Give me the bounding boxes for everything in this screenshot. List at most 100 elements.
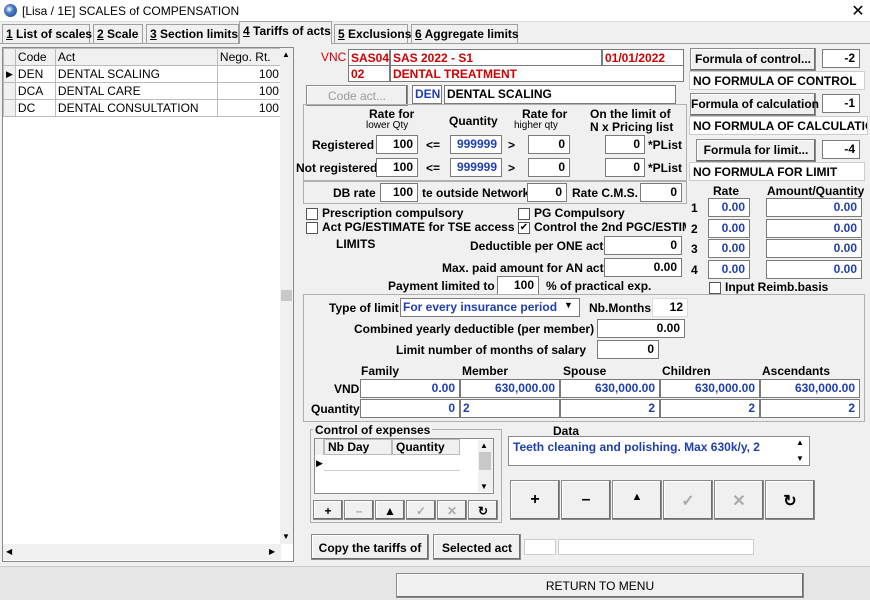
vnd-children-input[interactable]: 630,000.00 xyxy=(660,379,760,398)
limit-months-input[interactable]: 0 xyxy=(597,340,659,359)
amount-input[interactable]: 0.00 xyxy=(766,219,862,238)
outside-network-input[interactable]: 0 xyxy=(527,183,567,202)
code-act-code[interactable]: DEN xyxy=(412,85,442,104)
prescription-checkbox[interactable] xyxy=(306,208,318,220)
cell-rate[interactable]: 100 xyxy=(216,65,282,83)
control-2nd-checkbox[interactable]: ✔ xyxy=(518,222,530,234)
delete-expense-button[interactable]: – xyxy=(344,500,374,520)
registered-rate-input[interactable]: 100 xyxy=(376,135,418,154)
input-reimb-checkbox[interactable] xyxy=(709,282,721,294)
scroll-up-icon[interactable]: ▲ xyxy=(796,438,804,447)
rate-cms-input[interactable]: 0 xyxy=(640,183,682,202)
selected-act-button[interactable]: Selected act xyxy=(433,534,521,560)
tab-aggregate-limits[interactable]: 6 Aggregate limits xyxy=(411,24,519,43)
vnd-spouse-input[interactable]: 630,000.00 xyxy=(560,379,660,398)
scroll-left-icon[interactable]: ◀ xyxy=(6,547,12,556)
scroll-up-icon[interactable]: ▲ xyxy=(282,50,290,59)
max-paid-input[interactable]: 0.00 xyxy=(604,258,682,277)
cancel-data-button[interactable]: ✕ xyxy=(714,480,764,520)
nb-day-header[interactable]: Nb Day xyxy=(324,439,392,455)
rate-input[interactable]: 0.00 xyxy=(708,198,750,217)
confirm-data-button[interactable]: ✓ xyxy=(663,480,713,520)
rate-input[interactable]: 0.00 xyxy=(708,219,750,238)
not-registered-higher-rate-input[interactable]: 0 xyxy=(528,158,570,177)
amount-input[interactable]: 0.00 xyxy=(766,198,862,217)
not-registered-quantity-input[interactable]: 999999 xyxy=(450,158,502,177)
tab-scale[interactable]: 2 Scale xyxy=(93,24,143,43)
scroll-thumb[interactable] xyxy=(281,290,292,301)
copy-source-name-field[interactable] xyxy=(558,539,754,555)
code-act-name[interactable]: DENTAL SCALING xyxy=(444,85,676,104)
close-icon[interactable]: ✕ xyxy=(848,1,868,21)
cell-code[interactable]: DCA xyxy=(14,82,56,100)
formula-limit-button[interactable]: Formula for limit... xyxy=(696,139,816,162)
dropdown-arrow-icon[interactable]: ▼ xyxy=(564,300,573,310)
move-up-expense-button[interactable]: ▲ xyxy=(375,500,405,520)
tab-exclusions[interactable]: 5 Exclusions xyxy=(334,24,411,43)
formula-calculation-value[interactable]: -1 xyxy=(822,94,860,113)
cancel-expense-button[interactable]: ✕ xyxy=(437,500,467,520)
vnd-family-input[interactable]: 0.00 xyxy=(360,379,460,398)
scroll-down-icon[interactable]: ▼ xyxy=(480,482,488,491)
table-row[interactable]: DCA DENTAL CARE 100 xyxy=(3,82,282,100)
formula-limit-value[interactable]: -4 xyxy=(822,140,860,159)
refresh-data-button[interactable]: ↻ xyxy=(765,480,815,520)
tab-tariffs-of-acts[interactable]: 4 Tariffs of acts xyxy=(239,21,332,44)
cell-code[interactable]: DEN xyxy=(14,65,56,83)
scroll-down-icon[interactable]: ▼ xyxy=(796,454,804,463)
cell-act[interactable]: DENTAL CARE xyxy=(54,82,218,100)
rate-input[interactable]: 0.00 xyxy=(708,260,750,279)
formula-control-button[interactable]: Formula of control... xyxy=(690,48,816,71)
amount-input[interactable]: 0.00 xyxy=(766,260,862,279)
rate-input[interactable]: 0.00 xyxy=(708,239,750,258)
db-rate-input[interactable]: 100 xyxy=(380,183,418,202)
nb-months-input[interactable]: 12 xyxy=(652,298,688,317)
cell-code[interactable]: DC xyxy=(14,99,56,117)
move-up-data-button[interactable]: ▲ xyxy=(612,480,662,520)
act-pg-checkbox[interactable] xyxy=(306,222,318,234)
qty-family-input[interactable]: 0 xyxy=(360,399,460,418)
registered-higher-rate-input[interactable]: 0 xyxy=(528,135,570,154)
tab-list-of-scales[interactable]: 1 List of scales xyxy=(2,24,92,43)
acts-grid[interactable]: Code Act Nego. Rt. ▶ DEN DENTAL SCALING … xyxy=(2,47,294,562)
not-registered-plist-input[interactable]: 0 xyxy=(605,158,645,177)
table-row[interactable]: ▶ DEN DENTAL SCALING 100 xyxy=(3,65,282,83)
column-header-act[interactable]: Act xyxy=(54,48,218,66)
horizontal-scrollbar[interactable]: ◀ ▶ xyxy=(3,544,281,560)
cell-act[interactable]: DENTAL CONSULTATION xyxy=(54,99,218,117)
pg-compulsory-checkbox[interactable] xyxy=(518,208,530,220)
scroll-thumb[interactable] xyxy=(479,452,491,470)
amount-input[interactable]: 0.00 xyxy=(766,239,862,258)
vnd-member-input[interactable]: 630,000.00 xyxy=(460,379,560,398)
table-row[interactable] xyxy=(324,456,460,471)
copy-tariffs-button[interactable]: Copy the tariffs of xyxy=(311,534,429,560)
scroll-right-icon[interactable]: ▶ xyxy=(269,547,275,556)
quantity-header[interactable]: Quantity xyxy=(392,439,460,455)
data-textarea[interactable]: Teeth cleaning and polishing. Max 630k/y… xyxy=(508,436,810,466)
copy-source-field[interactable] xyxy=(524,539,556,555)
column-header-code[interactable]: Code xyxy=(14,48,56,66)
registered-quantity-input[interactable]: 999999 xyxy=(450,135,502,154)
not-registered-rate-input[interactable]: 100 xyxy=(376,158,418,177)
formula-calculation-button[interactable]: Formula of calculation xyxy=(690,93,819,116)
qty-spouse-input[interactable]: 2 xyxy=(560,399,660,418)
return-to-menu-button[interactable]: RETURN TO MENU xyxy=(396,573,804,598)
code-act-button[interactable]: Code act... xyxy=(306,85,408,106)
refresh-expense-button[interactable]: ↻ xyxy=(468,500,498,520)
payment-limited-input[interactable]: 100 xyxy=(497,276,539,295)
registered-plist-input[interactable]: 0 xyxy=(605,135,645,154)
combined-deductible-input[interactable]: 0.00 xyxy=(597,319,685,338)
delete-data-button[interactable]: – xyxy=(561,480,611,520)
cell-rate[interactable]: 100 xyxy=(216,82,282,100)
scroll-up-icon[interactable]: ▲ xyxy=(480,441,488,450)
vertical-scrollbar[interactable]: ▲ ▼ xyxy=(280,48,293,544)
add-data-button[interactable]: + xyxy=(510,480,560,520)
qty-children-input[interactable]: 2 xyxy=(660,399,760,418)
deductible-input[interactable]: 0 xyxy=(604,236,682,255)
cell-rate[interactable]: 100 xyxy=(216,99,282,117)
type-limit-select[interactable]: For every insurance period xyxy=(400,298,580,317)
confirm-expense-button[interactable]: ✓ xyxy=(406,500,436,520)
tab-section-limits[interactable]: 3 Section limits xyxy=(146,24,239,43)
cell-act[interactable]: DENTAL SCALING xyxy=(54,65,218,83)
scroll-down-icon[interactable]: ▼ xyxy=(282,532,290,541)
